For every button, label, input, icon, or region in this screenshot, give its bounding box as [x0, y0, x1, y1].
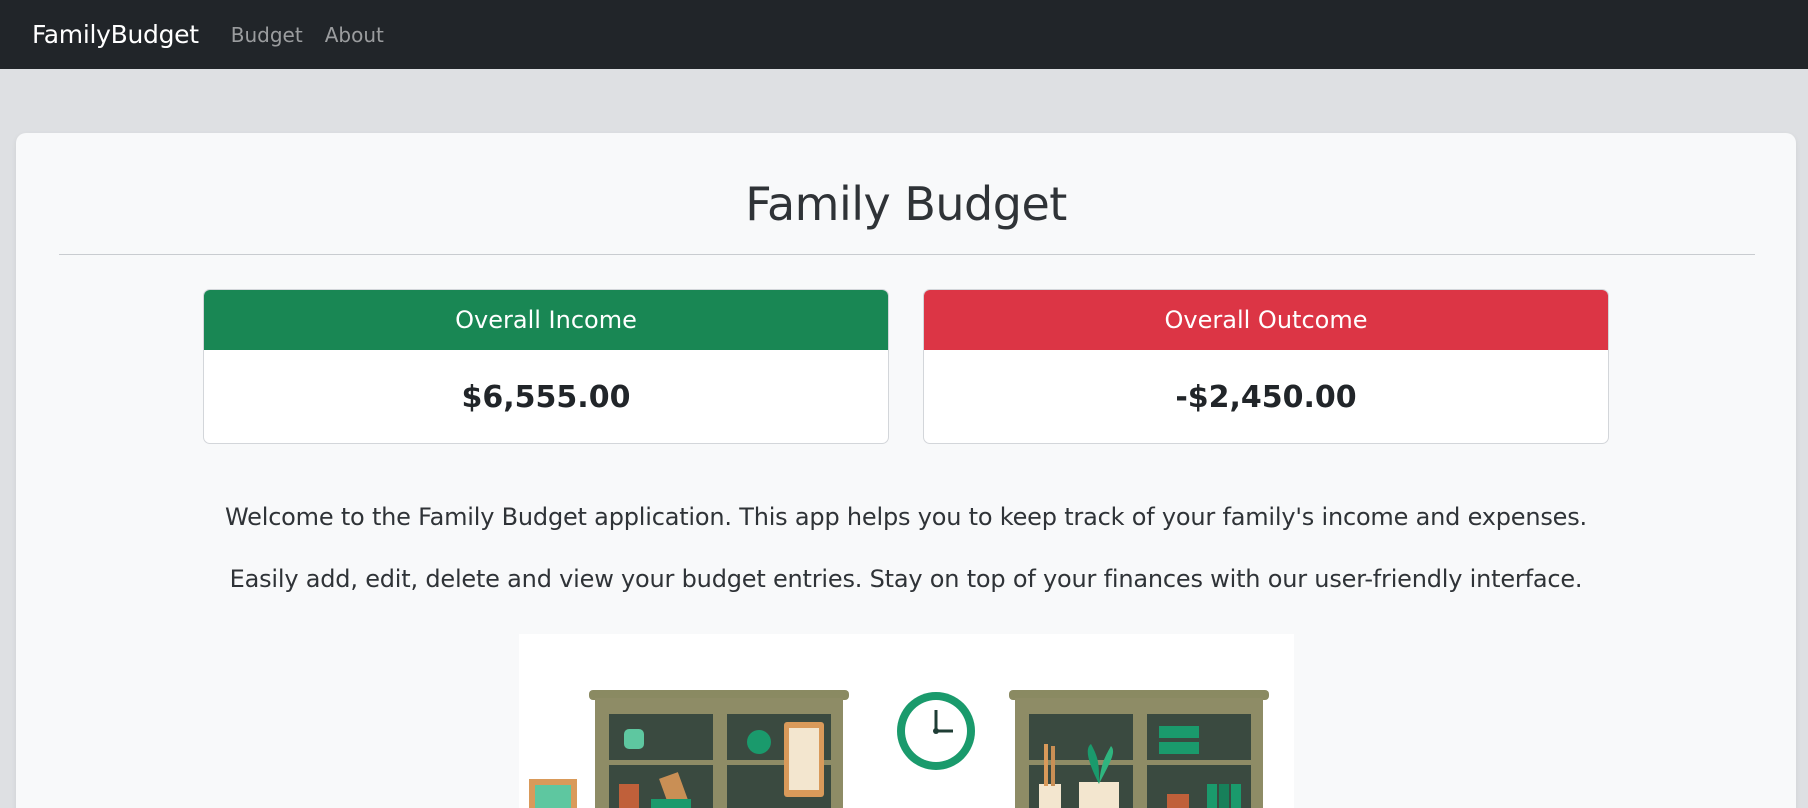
nav-link-budget[interactable]: Budget	[231, 23, 303, 47]
nav-link-about[interactable]: About	[325, 23, 384, 47]
navbar: FamilyBudget Budget About	[0, 0, 1808, 69]
main-card: Family Budget Overall Income $6,555.00 O…	[16, 133, 1796, 808]
clock-icon	[897, 692, 975, 770]
budget-illustration	[519, 634, 1294, 808]
cabinet-icon	[1009, 690, 1269, 808]
outcome-card: Overall Outcome -$2,450.00	[923, 289, 1609, 444]
intro-paragraph-1: Welcome to the Family Budget application…	[225, 503, 1587, 531]
title-divider	[59, 254, 1755, 255]
intro-paragraph-2: Easily add, edit, delete and view your b…	[229, 565, 1583, 593]
page-title: Family Budget	[745, 177, 1067, 231]
income-value: $6,555.00	[461, 379, 631, 415]
income-card: Overall Income $6,555.00	[203, 289, 889, 444]
illustration-svg	[529, 690, 1269, 808]
cabinet-icon	[589, 690, 849, 808]
income-card-header: Overall Income	[204, 290, 888, 350]
picture-frame-icon	[529, 779, 577, 808]
outcome-value: -$2,450.00	[1175, 379, 1357, 415]
outcome-card-header: Overall Outcome	[924, 290, 1608, 350]
brand-link[interactable]: FamilyBudget	[32, 20, 199, 49]
